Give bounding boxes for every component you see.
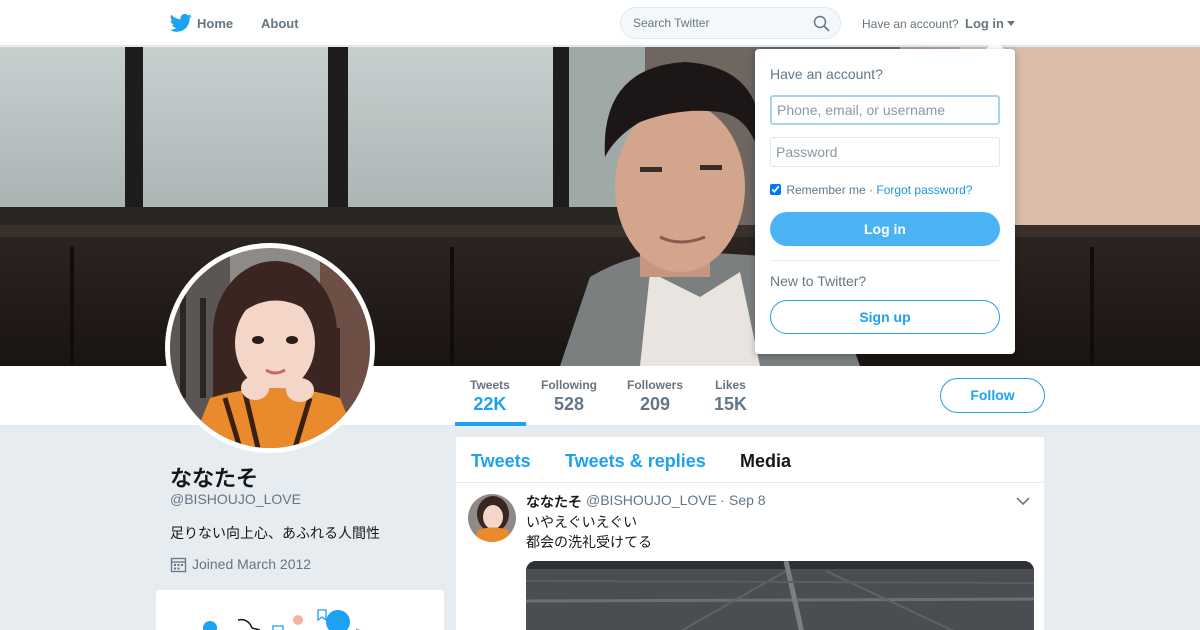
login-dropdown: Have an account? Remember me · Forgot pa… xyxy=(755,49,1015,354)
stat-followers-value: 209 xyxy=(639,394,671,414)
stat-following-label: Following xyxy=(541,378,597,392)
have-account-text: Have an account? xyxy=(862,17,959,31)
nav-home-link[interactable]: Home xyxy=(197,16,233,31)
remember-label[interactable]: Remember me xyxy=(786,183,865,197)
chevron-down-icon[interactable] xyxy=(1007,21,1015,26)
tweet-media-image[interactable] xyxy=(526,561,1034,630)
joined-date: Joined March 2012 xyxy=(192,556,312,572)
tab-media[interactable]: Media xyxy=(740,451,791,472)
dropdown-caret xyxy=(986,40,1004,49)
profile-name: ななたそ xyxy=(170,466,259,491)
tweet-author-handle[interactable]: @BISHOUJO_LOVE xyxy=(586,492,717,508)
timeline-tabs: Tweets Tweets & replies Media xyxy=(456,437,1044,483)
tweet-separator: · xyxy=(720,492,725,508)
tweet-date[interactable]: Sep 8 xyxy=(729,492,766,508)
search-placeholder: Search Twitter xyxy=(633,16,710,30)
tweet-avatar[interactable] xyxy=(468,494,516,542)
remember-row: Remember me · Forgot password? xyxy=(770,183,972,197)
media-timeline: Tweets Tweets & replies Media ななたそ @BISH… xyxy=(456,437,1044,630)
stat-following[interactable]: Following 528 xyxy=(541,378,597,415)
profile-bio: 足りない向上心、あふれる人間性 xyxy=(170,525,380,541)
photos-videos-module xyxy=(156,590,444,630)
chevron-down-icon[interactable] xyxy=(1016,496,1030,506)
username-input[interactable] xyxy=(770,95,1000,125)
tab-tweets[interactable]: Tweets xyxy=(471,451,531,472)
remember-separator: · xyxy=(869,183,874,197)
remember-checkbox[interactable] xyxy=(770,184,781,195)
stat-tweets-value: 22K xyxy=(473,394,507,414)
active-stat-underline xyxy=(455,422,526,426)
forgot-password-link[interactable]: Forgot password? xyxy=(876,183,972,197)
login-button[interactable]: Log in xyxy=(770,212,1000,246)
dropdown-title: Have an account? xyxy=(770,66,883,82)
nav-about-link[interactable]: About xyxy=(261,16,299,31)
stat-likes-label: Likes xyxy=(715,378,746,392)
stat-likes[interactable]: Likes 15K xyxy=(714,378,747,415)
stat-tweets-label: Tweets xyxy=(470,378,510,392)
calendar-icon xyxy=(170,557,187,573)
top-navigation-bar: Home About Search Twitter Have an accoun… xyxy=(0,0,1200,46)
tab-tweets-replies[interactable]: Tweets & replies xyxy=(565,451,706,472)
signup-button[interactable]: Sign up xyxy=(770,300,1000,334)
login-menu-toggle[interactable]: Log in xyxy=(965,16,1004,31)
stat-tweets[interactable]: Tweets 22K xyxy=(470,378,510,415)
profile-avatar[interactable] xyxy=(165,243,375,453)
stat-followers[interactable]: Followers 209 xyxy=(627,378,683,415)
stat-following-value: 528 xyxy=(553,394,585,414)
stat-followers-label: Followers xyxy=(627,378,684,392)
tweet-text-line: 都会の洗礼受けてる xyxy=(526,534,652,550)
password-input[interactable] xyxy=(770,137,1000,167)
tweet-text-line: いやえぐいえぐい xyxy=(526,514,638,530)
divider xyxy=(770,260,1000,261)
search-input[interactable]: Search Twitter xyxy=(620,7,841,39)
tweet-author-name[interactable]: ななたそ xyxy=(526,492,582,512)
follow-button[interactable]: Follow xyxy=(940,378,1045,413)
stat-likes-value: 15K xyxy=(714,394,748,414)
twitter-bird-icon[interactable] xyxy=(170,13,192,33)
search-icon[interactable] xyxy=(813,15,830,32)
new-to-twitter-text: New to Twitter? xyxy=(770,273,867,289)
profile-handle[interactable]: @BISHOUJO_LOVE xyxy=(170,491,301,507)
